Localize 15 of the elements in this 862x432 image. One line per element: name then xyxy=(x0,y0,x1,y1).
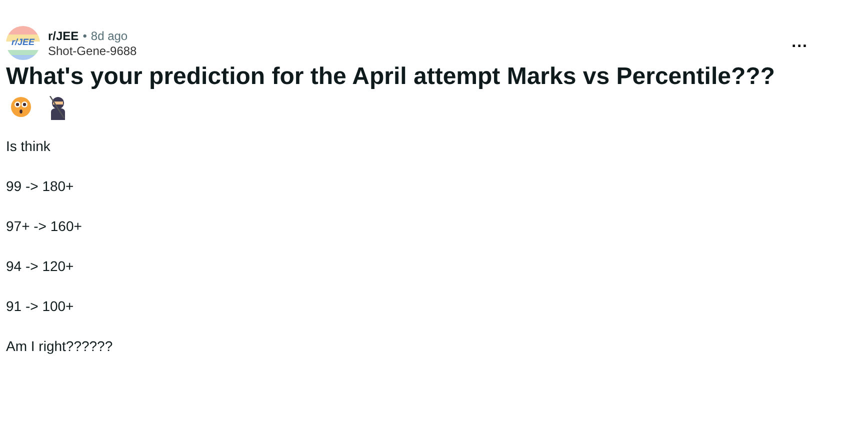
body-paragraph: Am I right?????? xyxy=(6,337,114,356)
separator-dot: • xyxy=(82,28,87,46)
body-paragraph: 94 -> 120+ xyxy=(6,257,75,276)
body-paragraph: Is think xyxy=(6,137,52,156)
more-options-button[interactable]: ... xyxy=(786,31,814,55)
ninja-icon xyxy=(48,96,68,120)
author-link[interactable]: Shot-Gene-9688 xyxy=(48,45,778,59)
kissing-face-icon xyxy=(10,96,32,118)
post-age: 8d ago xyxy=(90,28,128,46)
body-paragraph: 91 -> 100+ xyxy=(6,297,75,316)
body-paragraph: 97+ -> 160+ xyxy=(6,217,83,236)
subreddit-link[interactable]: r/JEE xyxy=(48,27,79,46)
subreddit-avatar[interactable]: r/JEE xyxy=(6,26,40,60)
body-paragraph: 99 -> 180+ xyxy=(6,177,75,196)
post-title: What's your prediction for the April attempt Marks vs Percentile??? xyxy=(6,62,776,92)
